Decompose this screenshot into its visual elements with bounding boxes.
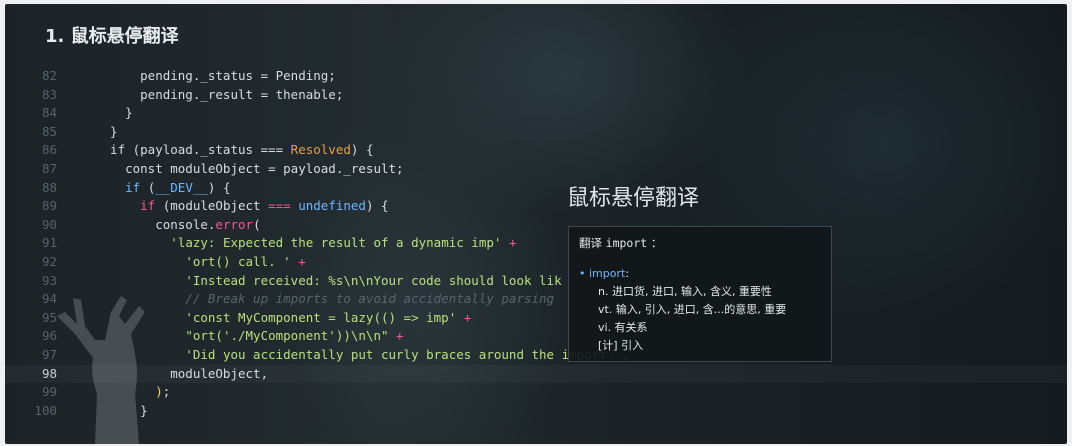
line-number: 84 — [41, 105, 57, 121]
popup-word: import — [605, 236, 648, 250]
line-number: 85 — [41, 123, 57, 139]
code-text[interactable]: 'Instead received: %s\n\nYour code shoul… — [95, 272, 561, 291]
code-text[interactable]: moduleObject, — [95, 365, 268, 384]
code-line[interactable]: 83 pending._result = thenable; — [5, 86, 1067, 105]
line-number: 95 — [41, 309, 57, 325]
code-line[interactable]: 90 console.error( — [5, 216, 1067, 235]
code-line[interactable]: 96 "ort('./MyComponent'))\n\n" + — [5, 327, 1067, 346]
code-text[interactable]: if (moduleObject === undefined) { — [95, 197, 388, 216]
line-number: 94 — [41, 291, 57, 307]
code-text[interactable]: 'ort() call. ' + — [95, 253, 305, 272]
line-number: 93 — [41, 272, 57, 288]
code-line[interactable]: 89 if (moduleObject === undefined) { — [5, 197, 1067, 216]
code-line[interactable]: 94 // Break up imports to avoid accident… — [5, 290, 1067, 309]
code-text[interactable]: 'lazy: Expected the result of a dynamic … — [95, 234, 516, 253]
entry-line: • import: — [579, 265, 786, 283]
code-text[interactable]: const moduleObject = payload._result; — [95, 160, 403, 179]
code-line[interactable]: 95 'const MyComponent = lazy(() => imp' … — [5, 309, 1067, 328]
code-text[interactable]: // Break up imports to avoid accidentall… — [95, 290, 554, 309]
definition-line: vt. 输入, 引入, 进口, 含...的意思, 重要 — [598, 303, 787, 316]
code-text[interactable]: "ort('./MyComponent'))\n\n" + — [95, 327, 403, 346]
code-text[interactable]: pending._result = thenable; — [95, 86, 343, 105]
screenshot-frame: 1. 鼠标悬停翻译 82 pending._status = Pending; 8… — [5, 4, 1067, 444]
code-text[interactable]: console.error( — [95, 216, 260, 235]
code-line[interactable]: 97 'Did you accidentally put curly brace… — [5, 346, 1067, 365]
entry-word: import — [589, 267, 626, 280]
code-line[interactable]: 82 pending._status = Pending; — [5, 67, 1067, 86]
code-line[interactable]: 87 const moduleObject = payload._result; — [5, 160, 1067, 179]
bullet-icon: • — [579, 267, 586, 280]
code-line[interactable]: 91 'lazy: Expected the result of a dynam… — [5, 234, 1067, 253]
code-line[interactable]: 99 ); — [5, 383, 1067, 402]
code-line[interactable]: 85 } — [5, 123, 1067, 142]
popup-header-colon: ： — [650, 236, 663, 250]
entry-colon: : — [625, 267, 630, 280]
section-title: 1. 鼠标悬停翻译 — [45, 26, 179, 47]
code-text[interactable]: } — [95, 402, 148, 421]
line-number: 89 — [41, 198, 57, 214]
line-number: 98 — [41, 365, 57, 381]
code-text[interactable]: pending._status = Pending; — [95, 67, 336, 86]
code-text[interactable]: 'Did you accidentally put curly braces a… — [95, 346, 629, 365]
code-line[interactable]: 84 } — [5, 104, 1067, 123]
line-number: 86 — [41, 142, 57, 158]
translation-popup: 翻译 import ： • import: n. 进口货, 进口, 输入, 含义… — [568, 226, 832, 362]
overlay-heading: 鼠标悬停翻译 — [567, 186, 700, 211]
code-line[interactable]: 92 'ort() call. ' + — [5, 253, 1067, 272]
code-line[interactable]: 98 moduleObject, — [5, 365, 1067, 384]
line-number: 91 — [41, 235, 57, 251]
line-number: 97 — [41, 346, 57, 362]
popup-header: 翻译 import ： — [579, 235, 662, 251]
code-text[interactable]: if (__DEV__) { — [95, 179, 230, 198]
code-line[interactable]: 93 'Instead received: %s\n\nYour code sh… — [5, 272, 1067, 291]
popup-body: • import: n. 进口货, 进口, 输入, 含义, 重要性 vt. 输入… — [579, 265, 786, 355]
popup-translate-label: 翻译 — [579, 236, 602, 250]
line-number: 82 — [41, 68, 57, 83]
code-line[interactable]: 88 if (__DEV__) { — [5, 179, 1067, 198]
definition-line: [计] 引入 — [598, 339, 644, 352]
line-number: 90 — [41, 216, 57, 232]
line-number: 92 — [41, 253, 57, 269]
line-number: 87 — [41, 160, 57, 176]
code-editor[interactable]: 82 pending._status = Pending; 83 pending.… — [5, 67, 1067, 420]
code-text[interactable]: ); — [95, 383, 170, 402]
code-line[interactable]: 100 } — [5, 402, 1067, 421]
code-line[interactable]: 86 if (payload._status === Resolved) { — [5, 141, 1067, 160]
code-text[interactable]: } — [95, 123, 118, 142]
definition-line: n. 进口货, 进口, 输入, 含义, 重要性 — [598, 285, 772, 298]
line-number: 96 — [41, 328, 57, 344]
line-number: 100 — [34, 402, 57, 418]
line-number: 99 — [41, 384, 57, 400]
code-text[interactable]: } — [95, 104, 133, 123]
code-text[interactable]: 'const MyComponent = lazy(() => imp' + — [95, 309, 471, 328]
line-number: 83 — [41, 86, 57, 102]
code-text[interactable]: if (payload._status === Resolved) { — [95, 141, 373, 160]
definition-line: vi. 有关系 — [598, 321, 648, 334]
line-number: 88 — [41, 179, 57, 195]
